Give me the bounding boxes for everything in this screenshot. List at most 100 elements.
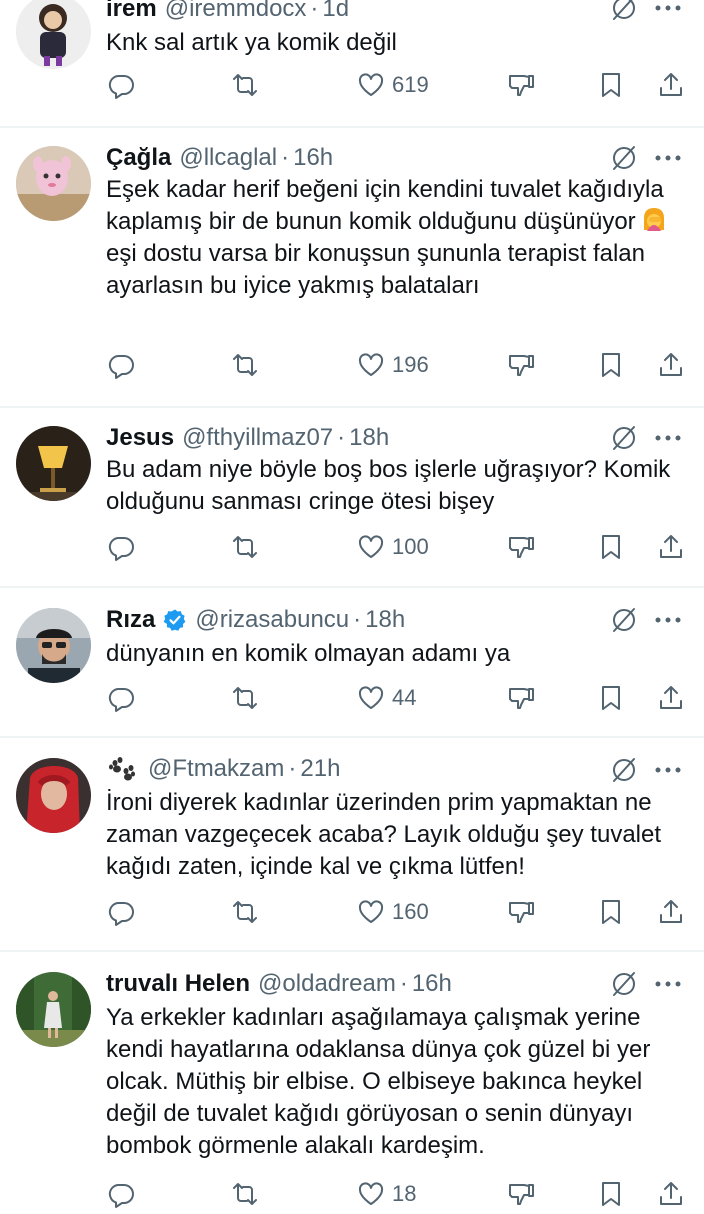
repost-button[interactable] — [230, 527, 260, 567]
like-button[interactable]: 18 — [356, 1174, 416, 1214]
share-button[interactable] — [656, 345, 686, 385]
separator-dot: · — [310, 0, 319, 22]
user-handle[interactable]: @fthyillmaz07 — [182, 421, 333, 455]
reply-tweet[interactable]: Rıza @rizasabuncu · 18h dünyanın en komi… — [0, 588, 704, 736]
reply-button[interactable] — [106, 1174, 136, 1214]
bookmark-icon — [602, 1182, 620, 1206]
more-options-icon[interactable] — [650, 604, 686, 636]
like-button[interactable]: 160 — [356, 892, 429, 932]
dislike-button[interactable] — [506, 678, 536, 718]
avatar[interactable] — [16, 0, 91, 69]
bookmark-button[interactable] — [596, 345, 626, 385]
share-button[interactable] — [656, 65, 686, 105]
timestamp[interactable]: 16h — [293, 141, 333, 175]
heart-icon — [358, 1182, 384, 1205]
dislike-button[interactable] — [506, 892, 536, 932]
bookmark-button[interactable] — [596, 527, 626, 567]
bookmark-icon — [602, 73, 620, 97]
user-handle[interactable]: @oldadream — [258, 967, 396, 1001]
repost-icon — [233, 687, 257, 709]
bookmark-button[interactable] — [596, 892, 626, 932]
share-icon — [660, 535, 682, 558]
repost-button[interactable] — [230, 1174, 260, 1214]
share-button[interactable] — [656, 1174, 686, 1214]
reply-tweet[interactable]: irem @iremmdocx · 1d Knk sal artık ya ko… — [0, 0, 704, 126]
display-name[interactable]: truvalı Helen — [106, 967, 250, 1001]
like-button[interactable]: 44 — [356, 678, 416, 718]
avatar[interactable] — [16, 972, 91, 1047]
display-name[interactable]: irem — [106, 0, 157, 26]
bookmark-button[interactable] — [596, 65, 626, 105]
avatar[interactable] — [16, 758, 91, 833]
reply-button[interactable] — [106, 892, 136, 932]
separator-dot: · — [288, 755, 297, 782]
repost-button[interactable] — [230, 345, 260, 385]
grok-icon[interactable] — [608, 142, 640, 174]
reply-tweet[interactable]: @Ftmakzam · 21h İroni diyerek kadınlar ü… — [0, 738, 704, 950]
avatar[interactable] — [16, 426, 91, 501]
timestamp[interactable]: 16h — [412, 967, 452, 1001]
share-button[interactable] — [656, 678, 686, 718]
woman-facepalming-emoji — [643, 208, 664, 231]
bookmark-icon — [602, 686, 620, 710]
separator-dot: · — [337, 424, 346, 451]
reply-tweet[interactable]: Çağla @llcaglal · 16h Eşek kadar herif b… — [0, 128, 704, 406]
reply-button[interactable] — [106, 527, 136, 567]
repost-icon — [233, 1183, 257, 1205]
dislike-button[interactable] — [506, 65, 536, 105]
more-options-icon[interactable] — [650, 754, 686, 786]
avatar[interactable] — [16, 608, 91, 683]
repost-button[interactable] — [230, 892, 260, 932]
reply-button[interactable] — [106, 345, 136, 385]
repost-button[interactable] — [230, 65, 260, 105]
thumbs-down-icon — [509, 1184, 534, 1205]
grok-icon[interactable] — [608, 604, 640, 636]
grok-icon[interactable] — [608, 422, 640, 454]
tweet-text: Knk sal artık ya komik değil — [106, 29, 397, 56]
dislike-button[interactable] — [506, 527, 536, 567]
repost-button[interactable] — [230, 678, 260, 718]
display-name[interactable]: Rıza — [106, 603, 155, 637]
dislike-button[interactable] — [506, 345, 536, 385]
separator-dot: · — [353, 606, 362, 633]
grok-icon[interactable] — [608, 0, 640, 24]
bookmark-icon — [602, 900, 620, 924]
grok-icon[interactable] — [608, 754, 640, 786]
display-name[interactable]: Jesus — [106, 421, 174, 455]
share-button[interactable] — [656, 527, 686, 567]
more-options-icon[interactable] — [650, 422, 686, 454]
like-count: 44 — [392, 685, 417, 710]
more-options-icon[interactable] — [650, 0, 686, 24]
repost-icon — [233, 354, 257, 376]
timestamp[interactable]: 1d — [322, 0, 349, 26]
user-handle[interactable]: @iremmdocx — [165, 0, 307, 26]
reply-button[interactable] — [106, 65, 136, 105]
thumbs-down-icon — [509, 902, 534, 923]
user-handle[interactable]: @rizasabuncu — [195, 603, 349, 637]
timestamp[interactable]: 18h — [365, 603, 405, 637]
timestamp[interactable]: 21h — [300, 752, 340, 786]
user-handle[interactable]: @llcaglal — [179, 141, 277, 175]
heart-icon — [358, 73, 384, 96]
avatar[interactable] — [16, 146, 91, 221]
user-handle[interactable]: @Ftmakzam — [148, 752, 284, 786]
bookmark-button[interactable] — [596, 678, 626, 718]
more-options-icon[interactable] — [650, 142, 686, 174]
reply-button[interactable] — [106, 678, 136, 718]
like-button[interactable]: 100 — [356, 527, 429, 567]
bookmark-button[interactable] — [596, 1174, 626, 1214]
timestamp[interactable]: 18h — [349, 421, 389, 455]
reply-tweet[interactable]: Jesus @fthyillmaz07 · 18h Bu adam niye b… — [0, 408, 704, 586]
display-name[interactable]: Çağla — [106, 141, 171, 175]
heart-icon — [358, 535, 384, 558]
heart-icon — [358, 353, 384, 376]
like-button[interactable]: 196 — [356, 345, 429, 385]
thumbs-down-icon — [509, 537, 534, 558]
like-button[interactable]: 619 — [356, 65, 429, 105]
paw-prints-icon — [109, 757, 135, 781]
share-button[interactable] — [656, 892, 686, 932]
grok-icon[interactable] — [608, 968, 640, 1000]
more-options-icon[interactable] — [650, 968, 686, 1000]
dislike-button[interactable] — [506, 1174, 536, 1214]
reply-tweet[interactable]: truvalı Helen @oldadream · 16h Ya erkekl… — [0, 952, 704, 1208]
